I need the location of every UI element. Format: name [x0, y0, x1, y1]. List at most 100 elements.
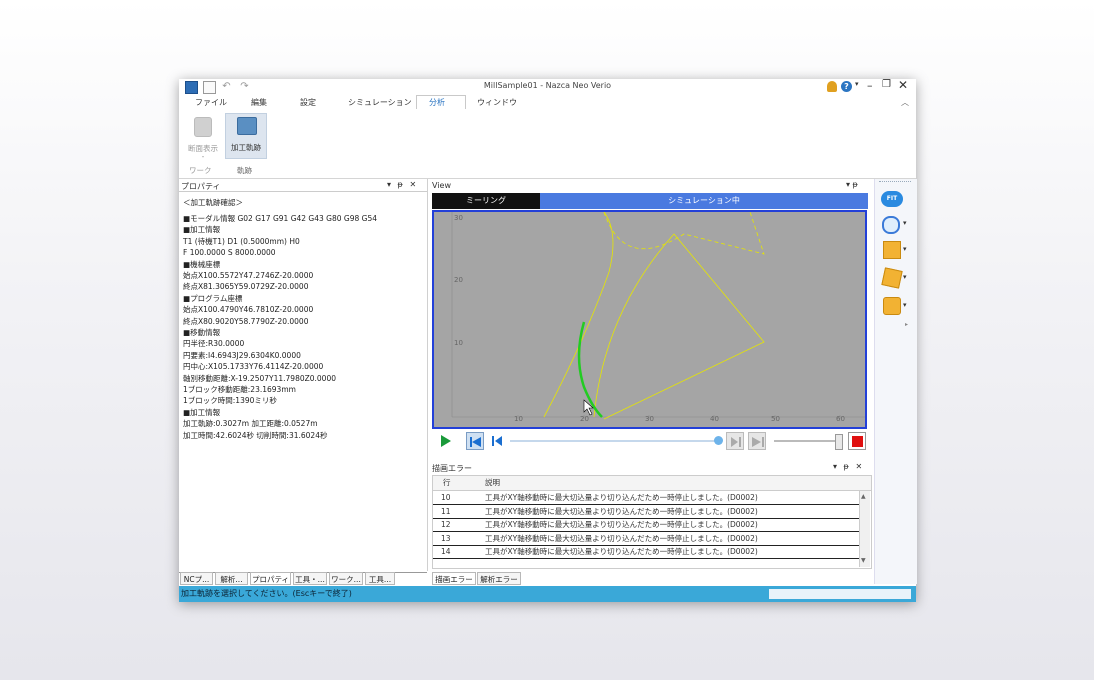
toolpath-drawing: [451, 212, 865, 420]
error-panel: 描画エラー ▾ ᵽ ✕ 行 説明 10 工具がXY軸移動時に最大切込量より切り込ん…: [430, 461, 872, 571]
property-line: 始点X100.5572Y47.2746Z-20.0000: [183, 271, 314, 280]
error-panel-title: 描画エラー: [432, 464, 472, 473]
property-line: 円半径:R30.0000: [183, 339, 245, 349]
panel-pin-controls[interactable]: ▾ ᵽ ✕: [387, 180, 418, 189]
tab-nc-program[interactable]: NCプ...: [180, 572, 213, 585]
property-line: ■移動情報: [183, 328, 221, 337]
app-window: ↶ ↷ MillSample01 - Nazca Neo Verio ? ▾ –…: [179, 78, 917, 602]
x-tick-30: 30: [645, 415, 654, 423]
view-top-dropdown-icon[interactable]: ▾: [903, 301, 907, 309]
tab-work[interactable]: ワーク...: [329, 572, 363, 585]
viewport-canvas[interactable]: 30 20 10 10 20 30 40 50 60: [432, 210, 867, 429]
error-row[interactable]: 12 工具がXY軸移動時に最大切込量より切り込んだため一時停止しました。(D000…: [433, 518, 859, 532]
error-line-number: 14: [441, 547, 451, 556]
section-view-icon: [194, 117, 212, 137]
property-line: 終点X81.3065Y59.0729Z-20.0000: [183, 282, 309, 292]
x-tick-40: 40: [710, 415, 719, 423]
skip-end-button[interactable]: [748, 432, 766, 450]
status-progress: [769, 589, 911, 599]
property-line: 円要素:I4.6943J29.6304K0.0000: [183, 350, 301, 360]
error-row[interactable]: 11 工具がXY軸移動時に最大切込量より切り込んだため一時停止しました。(D000…: [433, 505, 859, 519]
view-panel: View ▾ ᵽ ミーリング シミュレーション中 30 20 10 10 20 …: [430, 179, 872, 457]
error-line-number: 10: [441, 493, 451, 502]
tab-simulation[interactable]: シミュレーション: [348, 97, 412, 108]
skip-start-button[interactable]: [466, 432, 484, 450]
error-pin-controls[interactable]: ▾ ᵽ ✕: [833, 462, 864, 471]
mode-bar: ミーリング: [432, 193, 540, 209]
property-line: 終点X80.9020Y58.7790Z-20.0000: [183, 316, 309, 326]
help-icon[interactable]: ?: [841, 81, 852, 92]
close-button[interactable]: ✕: [898, 78, 908, 92]
property-line: 円中心:X105.1733Y76.4114Z-20.0000: [183, 362, 324, 372]
toolbar-overflow-icon[interactable]: ▸: [905, 321, 908, 328]
properties-subtitle: ＜加工軌跡確認＞: [183, 198, 243, 207]
toolpath-icon: [237, 117, 257, 135]
progress-thumb[interactable]: [714, 436, 723, 445]
error-row[interactable]: 10 工具がXY軸移動時に最大切込量より切り込んだため一時停止しました。(D000…: [433, 491, 859, 505]
section-view-button[interactable]: 断面表示 -: [182, 115, 222, 165]
tab-settings[interactable]: 設定: [300, 97, 316, 108]
simulation-status-bar: シミュレーション中: [540, 193, 868, 209]
status-bar: 加工軌跡を選択してください。(Escキーで終了): [179, 586, 916, 602]
error-rows: 10 工具がXY軸移動時に最大切込量より切り込んだため一時停止しました。(D000…: [433, 491, 859, 568]
y-tick-20: 20: [454, 276, 463, 284]
properties-panel: プロパティ ▾ ᵽ ✕ ＜加工軌跡確認＞ ■モーダル情報 G02 G17 G91…: [179, 179, 428, 573]
play-button[interactable]: [436, 432, 454, 450]
stop-button[interactable]: [848, 432, 866, 450]
property-line: T1 (待機T1) D1 (0.5000mm) H0: [183, 236, 300, 246]
property-line: 加工軌跡:0.3027m 加工距離:0.0527m: [183, 419, 318, 429]
properties-lines: ■モーダル情報 G02 G17 G91 G42 G43 G80 G98 G54 ■…: [179, 214, 427, 454]
x-tick-20: 20: [580, 415, 589, 423]
tab-tools[interactable]: 工具・...: [293, 572, 327, 585]
view-top-icon[interactable]: [883, 297, 901, 315]
toolpath-button[interactable]: 加工軌跡: [225, 113, 267, 159]
speed-track[interactable]: [774, 440, 838, 442]
speed-thumb[interactable]: [835, 434, 843, 450]
view-iso-dropdown-icon[interactable]: ▾: [903, 273, 907, 281]
tab-analysis-errors[interactable]: 解析エラー: [477, 572, 521, 585]
property-line: ■加工情報: [183, 407, 221, 417]
error-row[interactable]: 14 工具がXY軸移動時に最大切込量より切り込んだため一時停止しました。(D000…: [433, 545, 859, 559]
tab-edit[interactable]: 編集: [251, 97, 267, 108]
property-line: F 100.0000 S 8000.0000: [183, 248, 276, 258]
error-description: 工具がXY軸移動時に最大切込量より切り込んだため一時停止しました。(D0002): [485, 533, 758, 543]
progress-track[interactable]: [510, 440, 720, 442]
error-description: 工具がXY軸移動時に最大切込量より切り込んだため一時停止しました。(D0002): [485, 547, 758, 556]
tab-analysis-panel[interactable]: 解析...: [215, 572, 248, 585]
title-bar: ↶ ↷ MillSample01 - Nazca Neo Verio ? ▾ –…: [179, 78, 916, 95]
error-scrollbar[interactable]: ▲ ▼: [859, 491, 870, 567]
tab-draw-errors[interactable]: 描画エラー: [432, 572, 476, 585]
tab-properties[interactable]: プロパティ: [250, 572, 291, 585]
tab-file[interactable]: ファイル: [195, 97, 227, 108]
tab-analysis[interactable]: 分析: [429, 97, 445, 108]
view-pin-icon[interactable]: ▾ ᵽ: [846, 180, 858, 189]
tab-tools-2[interactable]: 工具...: [365, 572, 395, 585]
help-dropdown-icon[interactable]: ▾: [855, 80, 859, 88]
user-icon[interactable]: [827, 81, 837, 92]
status-text: 加工軌跡を選択してください。(Escキーで終了): [181, 589, 352, 598]
right-toolbar: FIT ▾ ▾ ▾ ▾ ▸: [874, 179, 917, 584]
fit-icon[interactable]: FIT: [881, 191, 903, 207]
view-iso-icon[interactable]: [881, 267, 903, 289]
error-table-header: 行 説明: [433, 476, 871, 491]
collapse-ribbon-icon[interactable]: ︿: [901, 97, 909, 108]
property-line: ■プログラム座標: [183, 293, 243, 303]
tab-window[interactable]: ウィンドウ: [477, 97, 517, 108]
property-line: 加工時間:42.6024秒 切削時間:31.6024秒: [183, 430, 328, 440]
view-front-dropdown-icon[interactable]: ▾: [903, 245, 907, 253]
step-forward-button[interactable]: [726, 432, 744, 450]
minimize-button[interactable]: –: [867, 79, 873, 92]
scroll-up-icon[interactable]: ▲: [861, 493, 866, 500]
zoom-dropdown-icon[interactable]: ▾: [903, 219, 907, 227]
view-front-icon[interactable]: [883, 241, 901, 259]
step-back-button[interactable]: [488, 432, 506, 450]
scroll-down-icon[interactable]: ▼: [861, 557, 866, 564]
y-tick-10: 10: [454, 339, 463, 347]
toolbar-grip: [879, 181, 911, 182]
error-row[interactable]: 13 工具がXY軸移動時に最大切込量より切り込んだため一時停止しました。(D000…: [433, 532, 859, 546]
zoom-icon[interactable]: [882, 216, 900, 234]
ribbon-tabs: ファイル 編集 設定 シミュレーション 分析 ウィンドウ ︿: [179, 95, 916, 110]
col-desc-header: 説明: [485, 478, 500, 487]
error-table: 行 説明 10 工具がXY軸移動時に最大切込量より切り込んだため一時停止しました。…: [432, 475, 872, 569]
maximize-button[interactable]: ❐: [882, 79, 891, 90]
